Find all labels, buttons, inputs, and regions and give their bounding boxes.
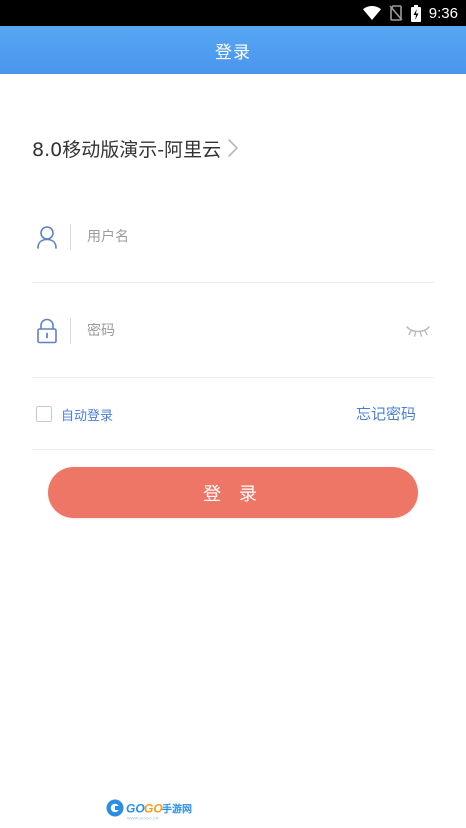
- divider: [32, 282, 434, 283]
- server-selector[interactable]: 8.0移动版演示-阿里云: [32, 131, 239, 165]
- app-header: 登录: [0, 26, 466, 74]
- username-row: [32, 207, 434, 267]
- username-input[interactable]: [87, 229, 434, 245]
- server-name: 8.0移动版演示-阿里云: [32, 138, 222, 161]
- password-row: [32, 301, 434, 361]
- svg-text:手游网: 手游网: [162, 803, 192, 816]
- auto-login-checkbox[interactable]: [36, 406, 52, 422]
- status-time: 9:36: [428, 4, 458, 22]
- password-input[interactable]: [87, 323, 404, 339]
- battery-charging-icon: [410, 4, 421, 22]
- svg-text:GO: GO: [144, 802, 163, 816]
- eye-closed-icon[interactable]: [404, 321, 432, 341]
- svg-text:GO: GO: [126, 802, 145, 816]
- page-title: 登录: [215, 42, 251, 63]
- chevron-right-icon: [228, 139, 238, 157]
- user-icon: [34, 224, 60, 250]
- status-icons: 9:36: [362, 3, 458, 23]
- divider: [32, 449, 434, 450]
- no-sim-icon: [389, 5, 403, 21]
- auto-login-toggle[interactable]: 自动登录: [36, 405, 114, 424]
- field-separator: [70, 224, 71, 250]
- lock-icon: [34, 318, 60, 344]
- login-screen: 9:36 登录 8.0移动版演示-阿里云 用户名 自动登录 忘记密码 登 录 G…: [0, 0, 466, 828]
- forgot-password-link[interactable]: 忘记密码: [356, 403, 416, 424]
- login-button[interactable]: 登 录: [48, 467, 418, 518]
- wifi-icon: [362, 6, 381, 20]
- gogo-watermark-logo: GO GO 手游网 WWW.GOGO.CN: [106, 799, 192, 821]
- svg-text:WWW.GOGO.CN: WWW.GOGO.CN: [127, 816, 159, 821]
- field-separator: [70, 318, 71, 344]
- divider: [32, 377, 434, 378]
- login-button-label: 登 录: [203, 483, 263, 505]
- auto-login-label: 自动登录: [61, 408, 114, 424]
- status-bar: 9:36: [0, 0, 466, 26]
